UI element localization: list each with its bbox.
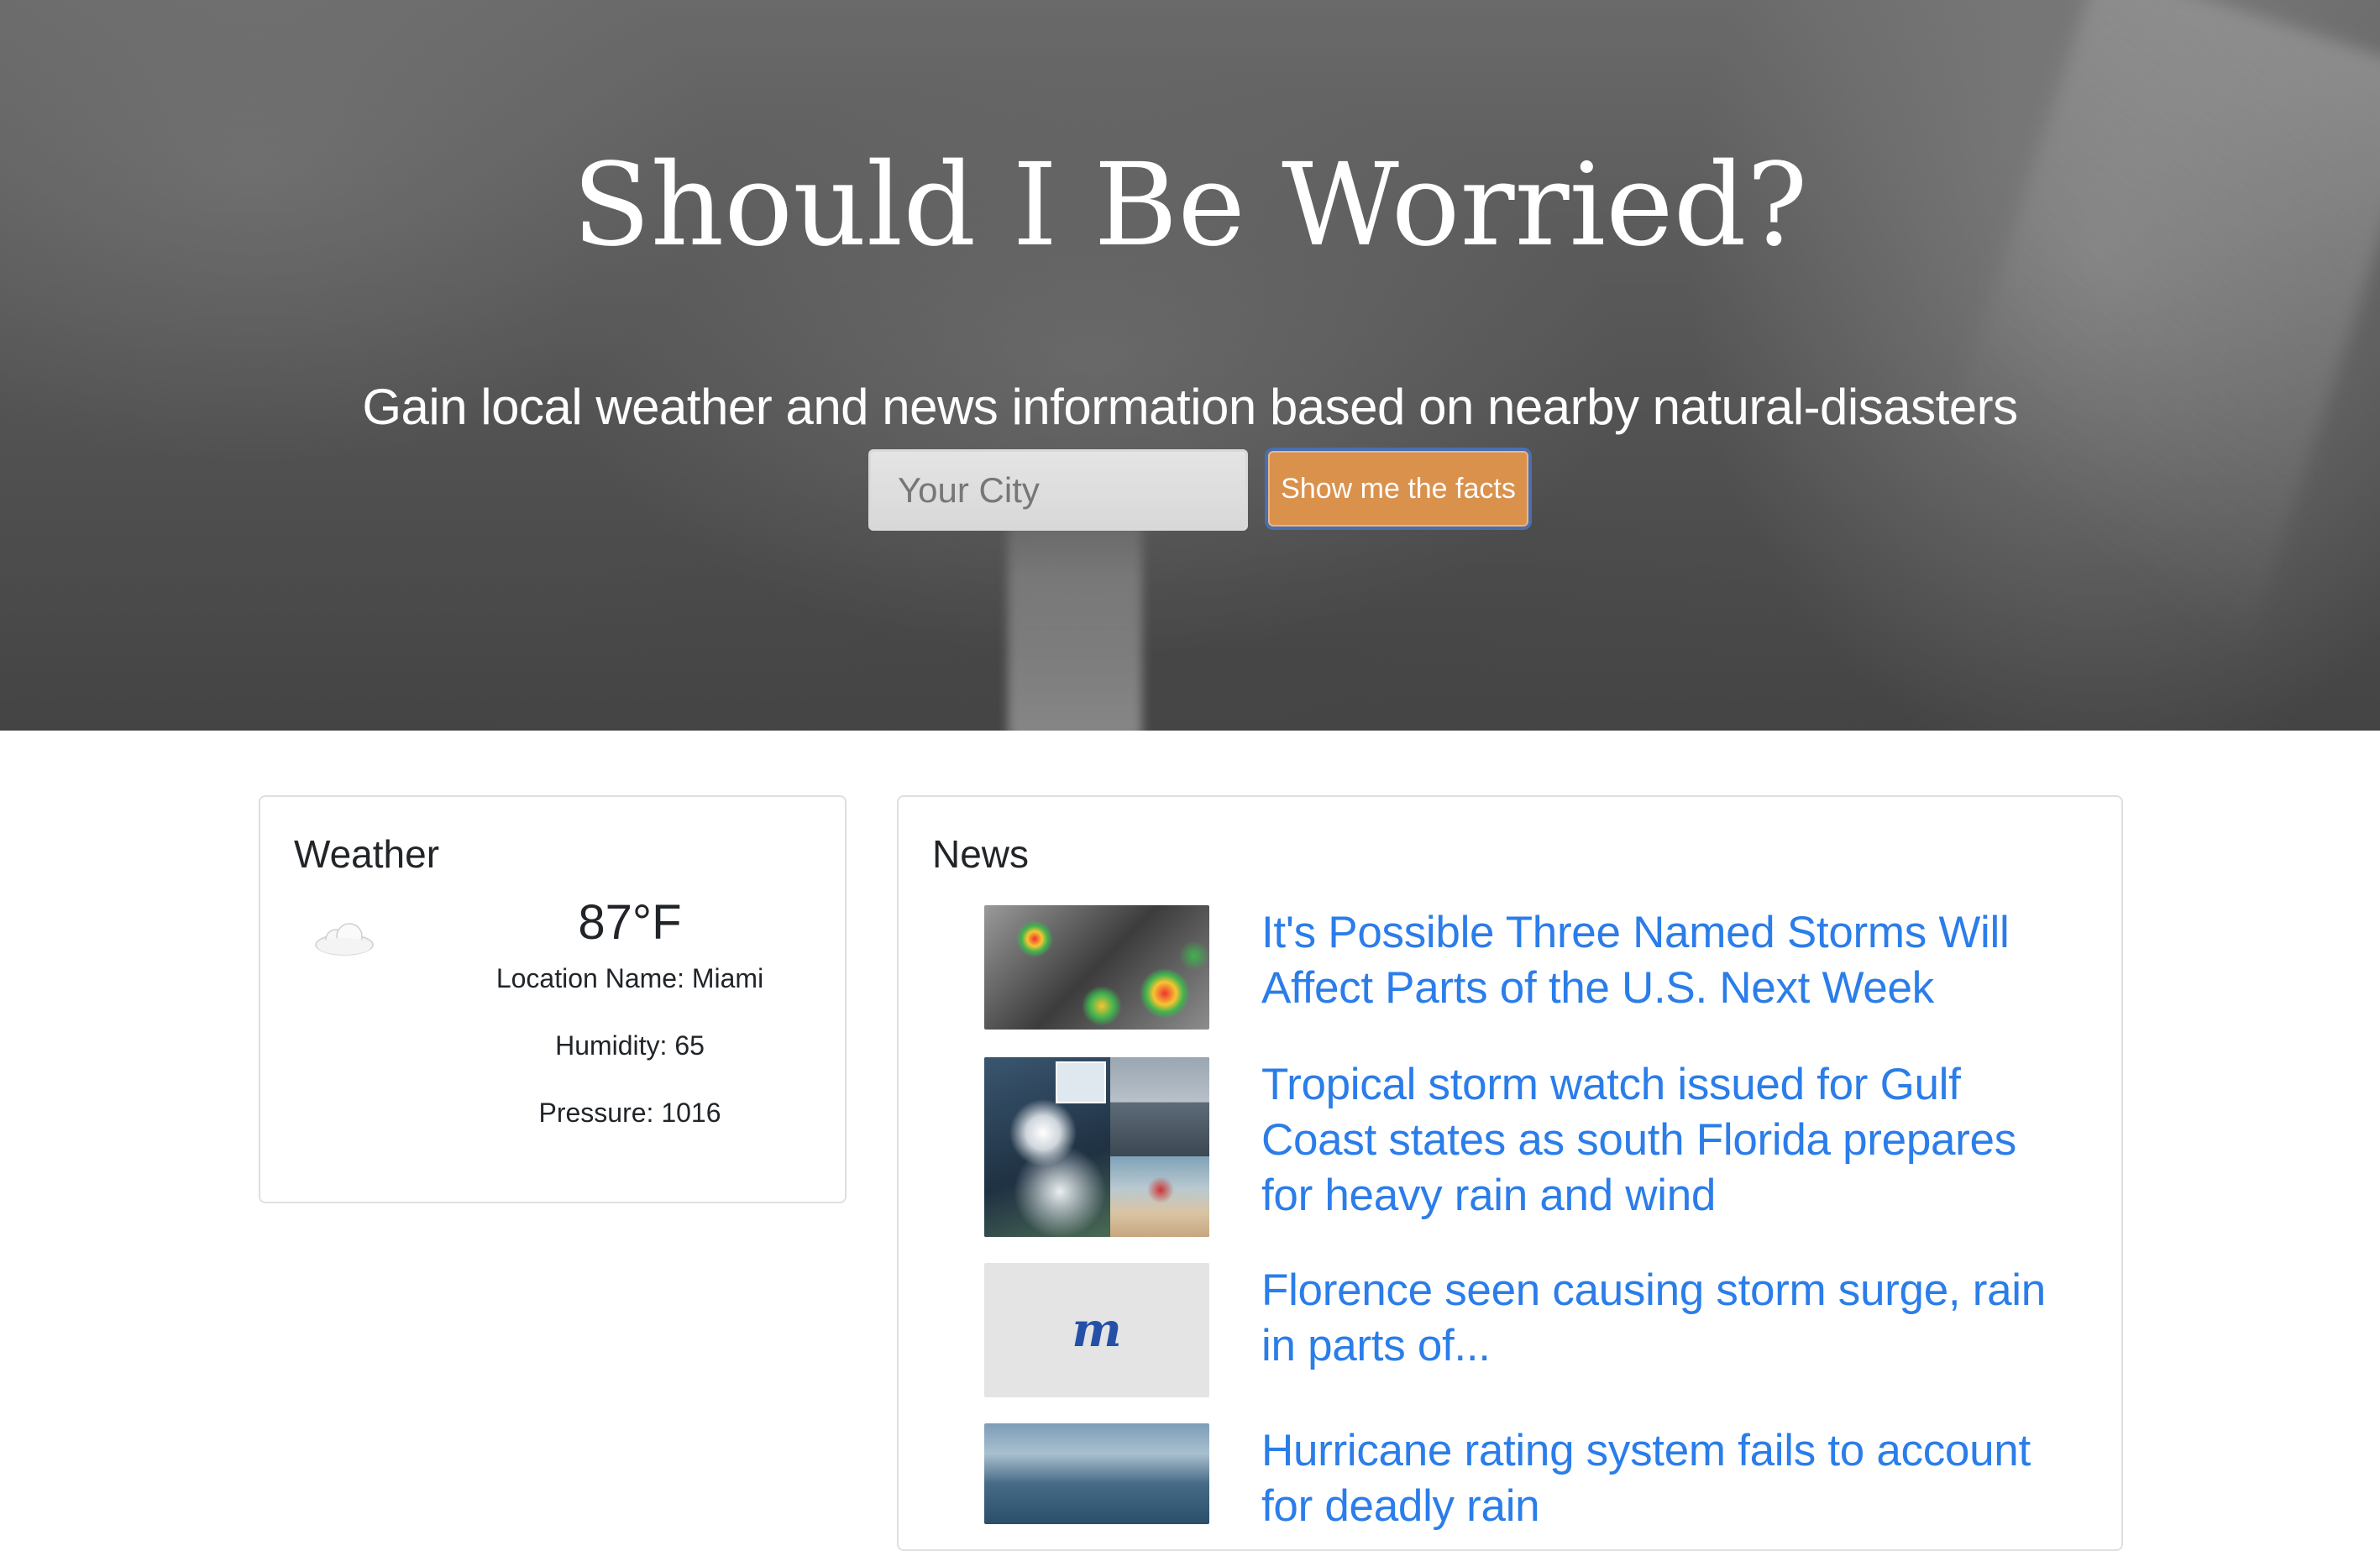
news-card: News It's Possible Three Named Storms Wi…	[897, 795, 2123, 1551]
humidity-value: Humidity: 65	[555, 1030, 705, 1061]
page-subtitle: Gain local weather and news information …	[362, 379, 2018, 435]
location-name: Location Name: Miami	[495, 963, 764, 993]
weather-details: 87°F Location Name: Miami Humidity: 65 P…	[445, 889, 815, 1163]
publisher-logo-image[interactable]: m	[984, 1263, 1209, 1397]
weather-card: Weather 87°F Location Name: Miami Humidi…	[259, 795, 847, 1203]
cloud-streak-image	[1865, 0, 2380, 731]
pressure-value: Pressure: 1016	[538, 1098, 721, 1128]
beach-image	[1110, 1156, 1209, 1237]
storm-collage-image[interactable]	[984, 1057, 1209, 1237]
flooded-highway-image[interactable]	[984, 1423, 1209, 1524]
satellite-radar-image[interactable]	[984, 905, 1209, 1030]
publisher-logo-icon: m	[1072, 1302, 1122, 1358]
page-title: Should I Be Worried?	[572, 139, 1808, 272]
weather-heading: Weather	[294, 832, 440, 876]
city-search-input[interactable]	[868, 449, 1248, 531]
news-link[interactable]: Florence seen causing storm surge, rain …	[1261, 1263, 2051, 1374]
cloud-icon	[315, 923, 374, 956]
news-link[interactable]: It's Possible Three Named Storms Will Af…	[1261, 905, 2051, 1016]
news-link[interactable]: Hurricane rating system fails to account…	[1261, 1423, 2051, 1534]
temperature-value: 87°F	[578, 895, 682, 950]
hero-banner: Should I Be Worried? Gain local weather …	[0, 0, 2380, 731]
news-heading: News	[932, 832, 1030, 876]
map-inset-image	[1056, 1061, 1106, 1103]
show-facts-button[interactable]: Show me the facts	[1265, 448, 1532, 530]
news-link[interactable]: Tropical storm watch issued for Gulf Coa…	[1261, 1057, 2051, 1224]
ship-image	[1110, 1057, 1209, 1156]
